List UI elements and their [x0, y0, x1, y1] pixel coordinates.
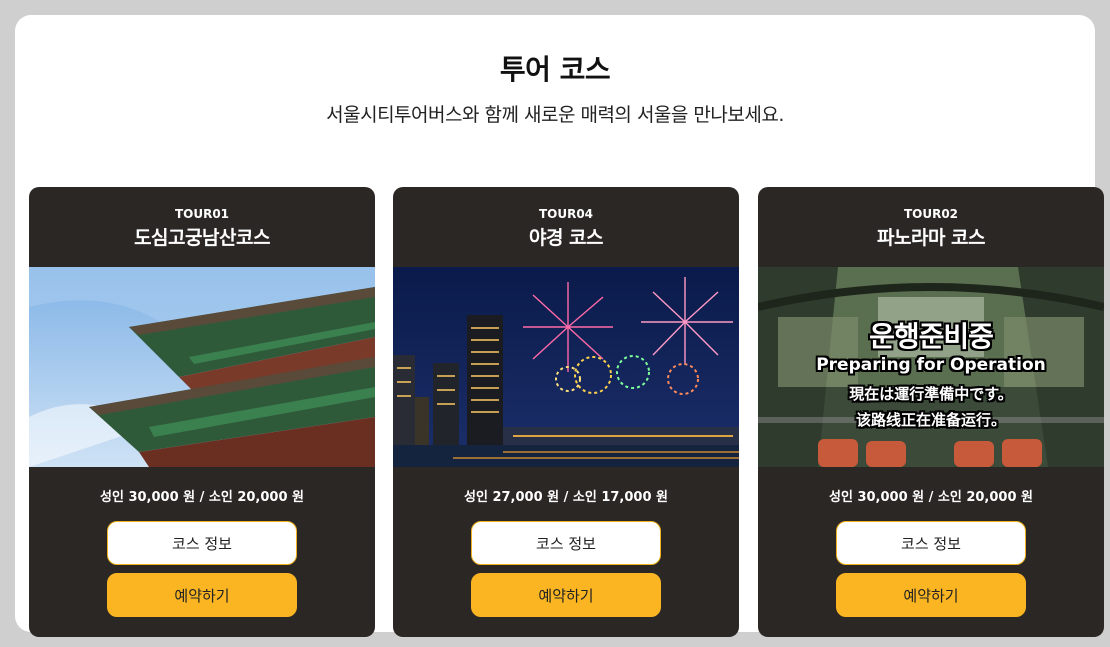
section-title: 투어 코스 — [499, 53, 611, 86]
palace-roof-image[interactable] — [29, 267, 375, 467]
tour-code: TOUR04 — [538, 207, 594, 221]
course-info-button[interactable]: 코스 정보 — [471, 521, 661, 565]
course-info-button[interactable]: 코스 정보 — [107, 521, 297, 565]
reserve-button[interactable]: 예약하기 — [836, 573, 1026, 617]
overlay-status-chinese: 该路线正在准备运行。 — [855, 411, 1006, 429]
course-info-button[interactable]: 코스 정보 — [836, 521, 1026, 565]
section-subtitle: 서울시티투어버스와 함께 새로운 매력의 서울을 만나보세요. — [326, 104, 784, 126]
fireworks-night-image[interactable] — [393, 267, 739, 467]
tour-name: 도심고궁남산코스 — [134, 227, 270, 249]
overlay-status-english: Preparing for Operation — [816, 355, 1046, 375]
tour-name: 파노라마 코스 — [877, 227, 986, 249]
reserve-button[interactable]: 예약하기 — [107, 573, 297, 617]
tour-code: TOUR02 — [903, 207, 959, 221]
tour-price: 성인 27,000 원 / 소인 17,000 원 — [464, 490, 668, 505]
bus-interior-image[interactable]: 운행준비중 Preparing for Operation 現在は運行準備中です… — [758, 267, 1104, 467]
reserve-button[interactable]: 예약하기 — [471, 573, 661, 617]
tour-price: 성인 30,000 원 / 소인 20,000 원 — [829, 490, 1033, 505]
overlay-status-korean: 운행준비중 — [869, 320, 994, 353]
tour-card-tour04: TOUR04 야경 코스 성인 27,000 원 / 소인 17,000 원 코… — [393, 187, 739, 637]
overlay-status-japanese: 現在は運行準備中です。 — [849, 385, 1013, 403]
tour-card-tour01: TOUR01 도심고궁남산코스 성인 30,000 원 / 소인 20,000 … — [29, 187, 375, 637]
tour-card-tour02: TOUR02 파노라마 코스 운행준비중 Preparing for Opera… — [758, 187, 1104, 637]
tour-price: 성인 30,000 원 / 소인 20,000 원 — [100, 490, 304, 505]
tour-name: 야경 코스 — [528, 227, 604, 249]
tour-code: TOUR01 — [174, 207, 230, 221]
